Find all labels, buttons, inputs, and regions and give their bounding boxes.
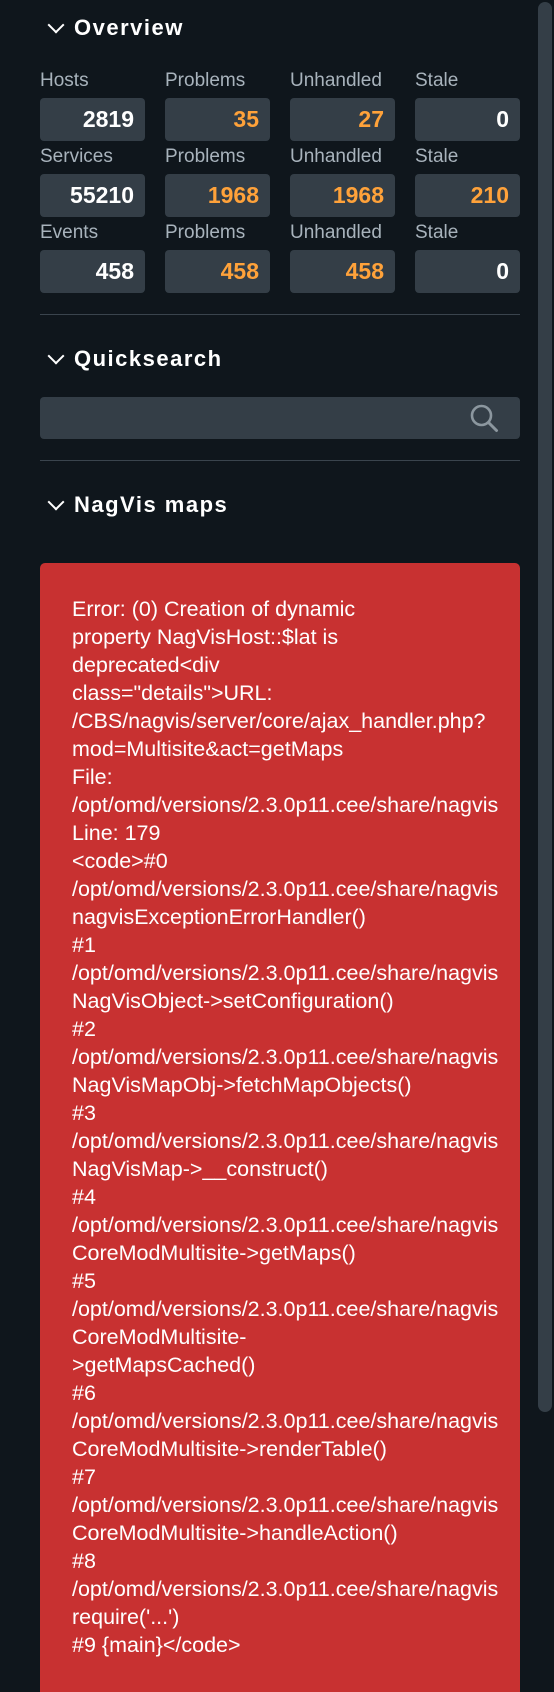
stats-group-events: Events Problems Unhandled Stale 458 458 … bbox=[40, 220, 520, 296]
error-line: >getMapsCached() bbox=[72, 1353, 256, 1377]
error-line: /opt/omd/versions/2.3.0p11.cee/share/nag… bbox=[72, 793, 499, 817]
stat-label-service-unhandled: Unhandled bbox=[290, 146, 382, 167]
error-line: /opt/omd/versions/2.3.0p11.cee/share/nag… bbox=[72, 1129, 499, 1153]
error-line: class="details">URL: bbox=[72, 681, 273, 705]
stats-group-services: Services Problems Unhandled Stale 55210 … bbox=[40, 144, 520, 220]
stat-events-problems[interactable]: 458 bbox=[165, 250, 270, 293]
stat-hosts-unhandled[interactable]: 27 bbox=[290, 98, 395, 141]
error-line: /opt/omd/versions/2.3.0p11.cee/share/nag… bbox=[72, 1297, 499, 1321]
error-line: /opt/omd/versions/2.3.0p11.cee/share/nag… bbox=[72, 1493, 499, 1517]
stat-label-service-stale: Stale bbox=[415, 146, 459, 167]
stat-label-service-problems: Problems bbox=[165, 146, 246, 167]
stat-label-hosts: Hosts bbox=[40, 70, 89, 91]
chevron-down-icon bbox=[47, 16, 65, 34]
error-line: /opt/omd/versions/2.3.0p11.cee/share/nag… bbox=[72, 1577, 499, 1601]
nagvis-error-box: Error: (0) Creation of dynamic property … bbox=[40, 563, 520, 1692]
error-line: Error: (0) Creation of dynamic bbox=[72, 597, 356, 621]
error-line: CoreModMultisite->getMaps() bbox=[72, 1241, 356, 1265]
quicksearch-header[interactable]: Quicksearch bbox=[47, 346, 223, 372]
error-line: NagVisObject->setConfiguration() bbox=[72, 989, 394, 1013]
error-line: /opt/omd/versions/2.3.0p11.cee/share/nag… bbox=[72, 961, 499, 985]
stat-events-total[interactable]: 458 bbox=[40, 250, 145, 293]
error-line: #7 bbox=[72, 1465, 96, 1489]
error-line: property NagVisHost::$lat is bbox=[72, 625, 339, 649]
error-line: File: bbox=[72, 765, 113, 789]
error-line: CoreModMultisite->handleAction() bbox=[72, 1521, 398, 1545]
stat-label-event-unhandled: Unhandled bbox=[290, 222, 382, 243]
error-line: /opt/omd/versions/2.3.0p11.cee/share/nag… bbox=[72, 877, 499, 901]
stat-hosts-stale[interactable]: 0 bbox=[415, 98, 520, 141]
nagvis-header[interactable]: NagVis maps bbox=[47, 492, 229, 518]
error-line: <code>#0 bbox=[72, 849, 168, 873]
stat-label-host-problems: Problems bbox=[165, 70, 246, 91]
error-line: #5 bbox=[72, 1269, 96, 1293]
search-icon[interactable] bbox=[469, 403, 499, 433]
error-line: #6 bbox=[72, 1381, 96, 1405]
error-line: Line: 179 bbox=[72, 821, 161, 845]
stat-label-event-stale: Stale bbox=[415, 222, 459, 243]
error-line: #8 bbox=[72, 1549, 96, 1573]
stat-hosts-problems[interactable]: 35 bbox=[165, 98, 270, 141]
error-line: mod=Multisite&act=getMaps bbox=[72, 737, 344, 761]
error-line: CoreModMultisite->renderTable() bbox=[72, 1437, 387, 1461]
error-line: /opt/omd/versions/2.3.0p11.cee/share/nag… bbox=[72, 1409, 499, 1433]
stat-services-problems[interactable]: 1968 bbox=[165, 174, 270, 217]
stat-events-unhandled[interactable]: 458 bbox=[290, 250, 395, 293]
error-line: /CBS/nagvis/server/core/ajax_handler.php… bbox=[72, 709, 486, 733]
divider bbox=[40, 314, 520, 315]
stat-label-host-unhandled: Unhandled bbox=[290, 70, 382, 91]
quicksearch-title: Quicksearch bbox=[74, 346, 223, 371]
stat-events-stale[interactable]: 0 bbox=[415, 250, 520, 293]
chevron-down-icon bbox=[47, 347, 65, 365]
stat-services-unhandled[interactable]: 1968 bbox=[290, 174, 395, 217]
error-line: #4 bbox=[72, 1185, 96, 1209]
stats-group-hosts: Hosts Problems Unhandled Stale 2819 35 2… bbox=[40, 68, 520, 144]
error-line: #2 bbox=[72, 1017, 96, 1041]
scrollbar-thumb[interactable] bbox=[538, 2, 552, 1412]
stat-label-host-stale: Stale bbox=[415, 70, 459, 91]
stat-services-total[interactable]: 55210 bbox=[40, 174, 145, 217]
error-line: nagvisExceptionErrorHandler() bbox=[72, 905, 366, 929]
error-line: NagVisMapObj->fetchMapObjects() bbox=[72, 1073, 412, 1097]
stat-services-stale[interactable]: 210 bbox=[415, 174, 520, 217]
stat-label-events: Events bbox=[40, 222, 99, 243]
stat-label-event-problems: Problems bbox=[165, 222, 246, 243]
error-message: Error: (0) Creation of dynamic property … bbox=[72, 595, 498, 1659]
search-input[interactable] bbox=[40, 397, 460, 439]
error-line: NagVisMap->__construct() bbox=[72, 1157, 328, 1181]
nagvis-title: NagVis maps bbox=[74, 492, 229, 517]
overview-title: Overview bbox=[74, 15, 184, 40]
error-line: #1 bbox=[72, 933, 96, 957]
error-line: CoreModMultisite- bbox=[72, 1325, 247, 1349]
error-line: #9 {main}</code> bbox=[72, 1633, 241, 1657]
error-line: /opt/omd/versions/2.3.0p11.cee/share/nag… bbox=[72, 1045, 499, 1069]
error-line: #3 bbox=[72, 1101, 96, 1125]
error-line: require('...') bbox=[72, 1605, 180, 1629]
chevron-down-icon bbox=[47, 493, 65, 511]
divider bbox=[40, 460, 520, 461]
overview-header[interactable]: Overview bbox=[47, 15, 184, 41]
overview-stats: Hosts Problems Unhandled Stale 2819 35 2… bbox=[40, 68, 520, 296]
stat-label-services: Services bbox=[40, 146, 113, 167]
error-line: /opt/omd/versions/2.3.0p11.cee/share/nag… bbox=[72, 1213, 499, 1237]
stat-hosts-total[interactable]: 2819 bbox=[40, 98, 145, 141]
quicksearch-box bbox=[40, 397, 520, 439]
error-line: deprecated<div bbox=[72, 653, 220, 677]
